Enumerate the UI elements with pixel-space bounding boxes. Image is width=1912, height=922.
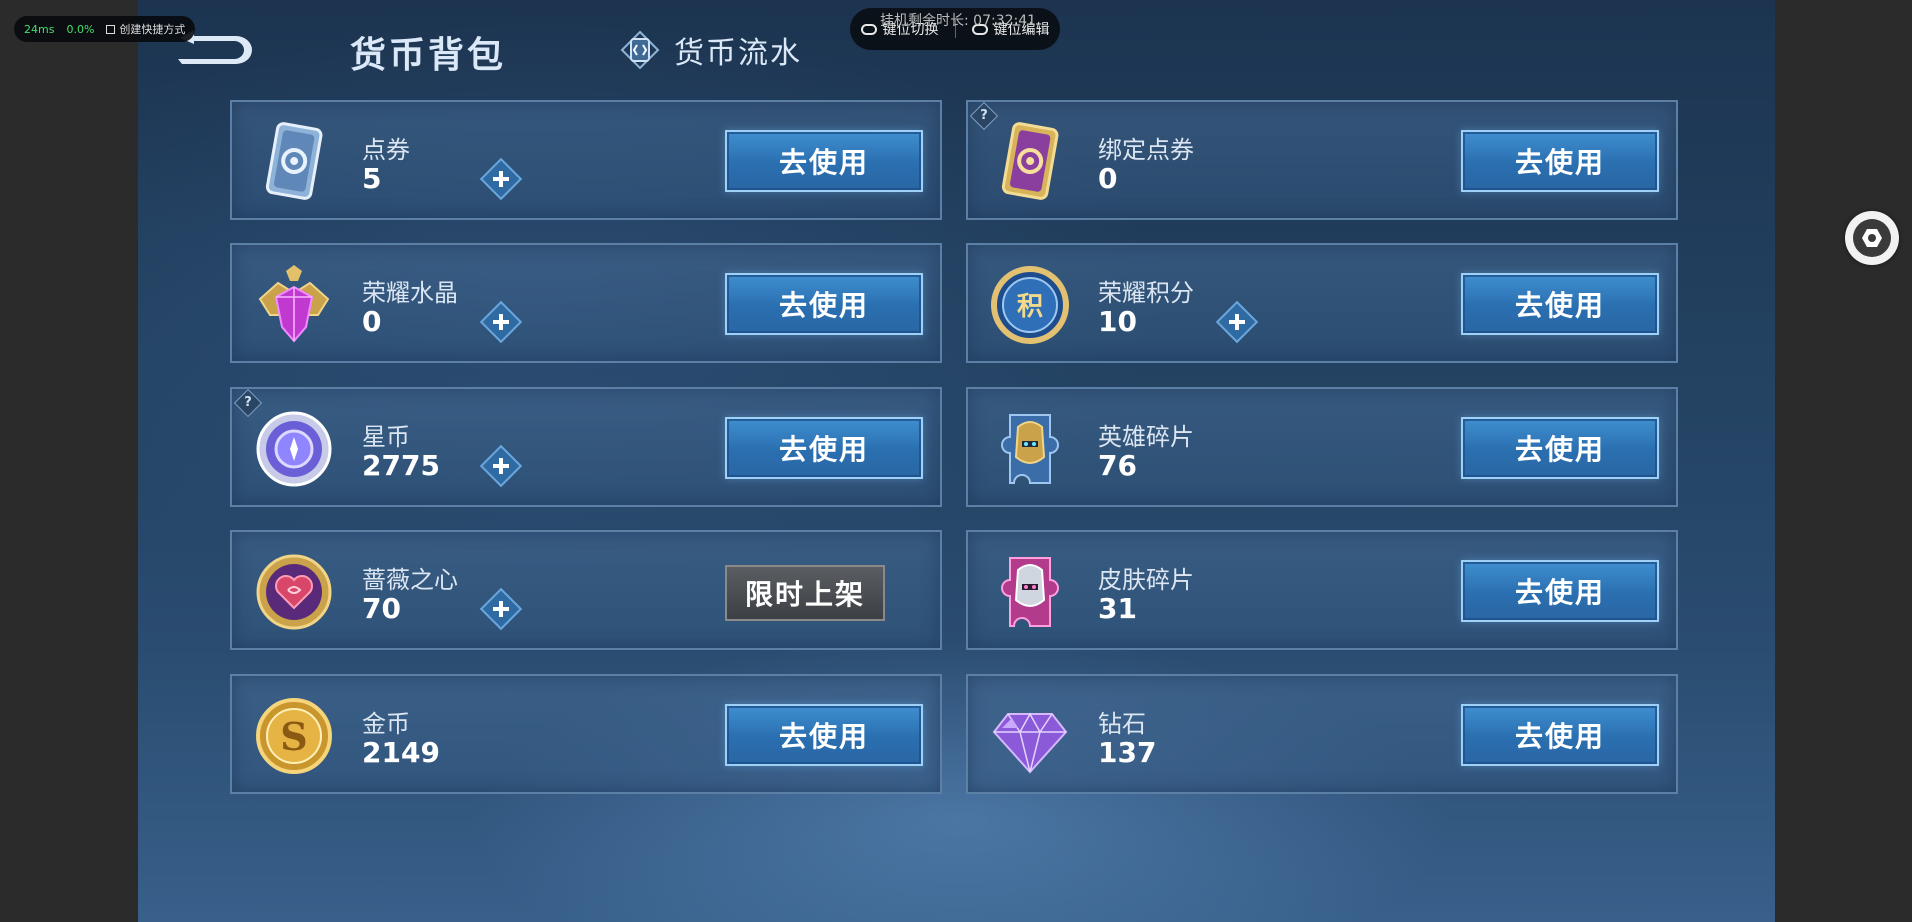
- currency-card-gold-coin: S 金币 2149 去使用: [230, 674, 942, 794]
- currency-value: 0: [362, 305, 382, 338]
- currency-name: 荣耀水晶: [362, 279, 458, 307]
- currency-name: 钻石: [1098, 710, 1146, 738]
- tab-currency-flow[interactable]: 货币流水: [620, 28, 802, 72]
- currency-value: 31: [1098, 592, 1137, 625]
- star-coin-icon: [256, 411, 332, 487]
- currency-name: 星币: [362, 423, 410, 451]
- currency-card-star-coin: ? 星币 2775 去使用: [230, 387, 942, 507]
- currency-value: 2149: [362, 736, 440, 769]
- currency-name: 绑定点券: [1098, 136, 1194, 164]
- currency-value: 0: [1098, 162, 1118, 195]
- currency-value: 2775: [362, 449, 440, 482]
- currency-card-bound-coupon: ? 绑定点券 0 去使用: [966, 100, 1678, 220]
- add-glory-points-button[interactable]: [1215, 300, 1259, 344]
- perf-stats-bar: 24ms 0.0% 创建快捷方式: [14, 16, 196, 42]
- diamond-icon: [992, 712, 1068, 774]
- currency-card-diamond: 钻石 137 去使用: [966, 674, 1678, 794]
- currency-card-glory-points: 积 荣耀积分 10 去使用: [966, 243, 1678, 363]
- create-shortcut-label: 创建快捷方式: [119, 23, 186, 36]
- use-glory-points-button[interactable]: 去使用: [1461, 273, 1659, 335]
- currency-flow-icon: [620, 30, 660, 70]
- svg-text:积: 积: [1017, 292, 1043, 322]
- currency-name: 点券: [362, 136, 410, 164]
- page-title: 货币背包: [350, 35, 507, 76]
- currency-card-hero-fragment: 英雄碎片 76 去使用: [966, 387, 1678, 507]
- currency-value: 5: [362, 162, 382, 195]
- currency-flow-label: 货币流水: [674, 36, 802, 71]
- currency-name: 蔷薇之心: [362, 566, 458, 594]
- currency-value: 10: [1098, 305, 1137, 338]
- glory-crystal-icon: [258, 265, 330, 343]
- currency-name: 皮肤碎片: [1098, 566, 1194, 594]
- currency-card-coupon: 点券 5 去使用: [230, 100, 942, 220]
- svg-text:S: S: [280, 714, 307, 759]
- glory-points-icon: 积: [991, 266, 1069, 344]
- use-glory-crystal-button[interactable]: 去使用: [725, 273, 923, 335]
- currency-value: 76: [1098, 449, 1137, 482]
- game-viewport: 货币背包 货币流水 点券 5 去使用 ? 绑定点券 0 去使用 荣耀水晶 0 去…: [138, 0, 1775, 922]
- bound-coupon-card-icon: [1001, 122, 1059, 200]
- use-hero-fragment-button[interactable]: 去使用: [1461, 417, 1659, 479]
- use-bound-coupon-button[interactable]: 去使用: [1461, 130, 1659, 192]
- currency-name: 英雄碎片: [1098, 423, 1194, 451]
- coupon-card-icon: [265, 122, 323, 200]
- currency-card-skin-fragment: 皮肤碎片 31 去使用: [966, 530, 1678, 650]
- use-diamond-button[interactable]: 去使用: [1461, 704, 1659, 766]
- currency-card-glory-crystal: 荣耀水晶 0 去使用: [230, 243, 942, 363]
- add-rose-heart-button[interactable]: [479, 587, 523, 631]
- add-star-coin-button[interactable]: [479, 444, 523, 488]
- currency-card-rose-heart: 蔷薇之心 70 限时上架: [230, 530, 942, 650]
- rose-heart-icon: [256, 554, 332, 630]
- use-star-coin-button[interactable]: 去使用: [725, 417, 923, 479]
- packet-loss-value: 0.0%: [66, 22, 95, 36]
- currency-value: 137: [1098, 736, 1157, 769]
- use-skin-fragment-button[interactable]: 去使用: [1461, 560, 1659, 622]
- use-gold-coin-button[interactable]: 去使用: [725, 704, 923, 766]
- add-glory-crystal-button[interactable]: [479, 300, 523, 344]
- currency-name: 金币: [362, 710, 410, 738]
- skin-fragment-icon: [1001, 557, 1059, 627]
- create-shortcut-button[interactable]: 创建快捷方式: [106, 21, 185, 37]
- add-coupon-button[interactable]: [479, 157, 523, 201]
- ping-value: 24ms: [24, 22, 55, 36]
- floating-settings-button[interactable]: [1845, 211, 1899, 265]
- gold-coin-icon: S: [256, 698, 332, 774]
- idle-time-remaining: 挂机剩余时长: 07:32:41: [880, 13, 1037, 29]
- currency-name: 荣耀积分: [1098, 279, 1194, 307]
- shortcut-icon: [106, 24, 116, 34]
- use-coupon-button[interactable]: 去使用: [725, 130, 923, 192]
- currency-value: 70: [362, 592, 401, 625]
- gamepad-icon: [860, 23, 877, 35]
- limited-time-button[interactable]: 限时上架: [725, 565, 885, 621]
- hero-fragment-icon: [1001, 414, 1059, 484]
